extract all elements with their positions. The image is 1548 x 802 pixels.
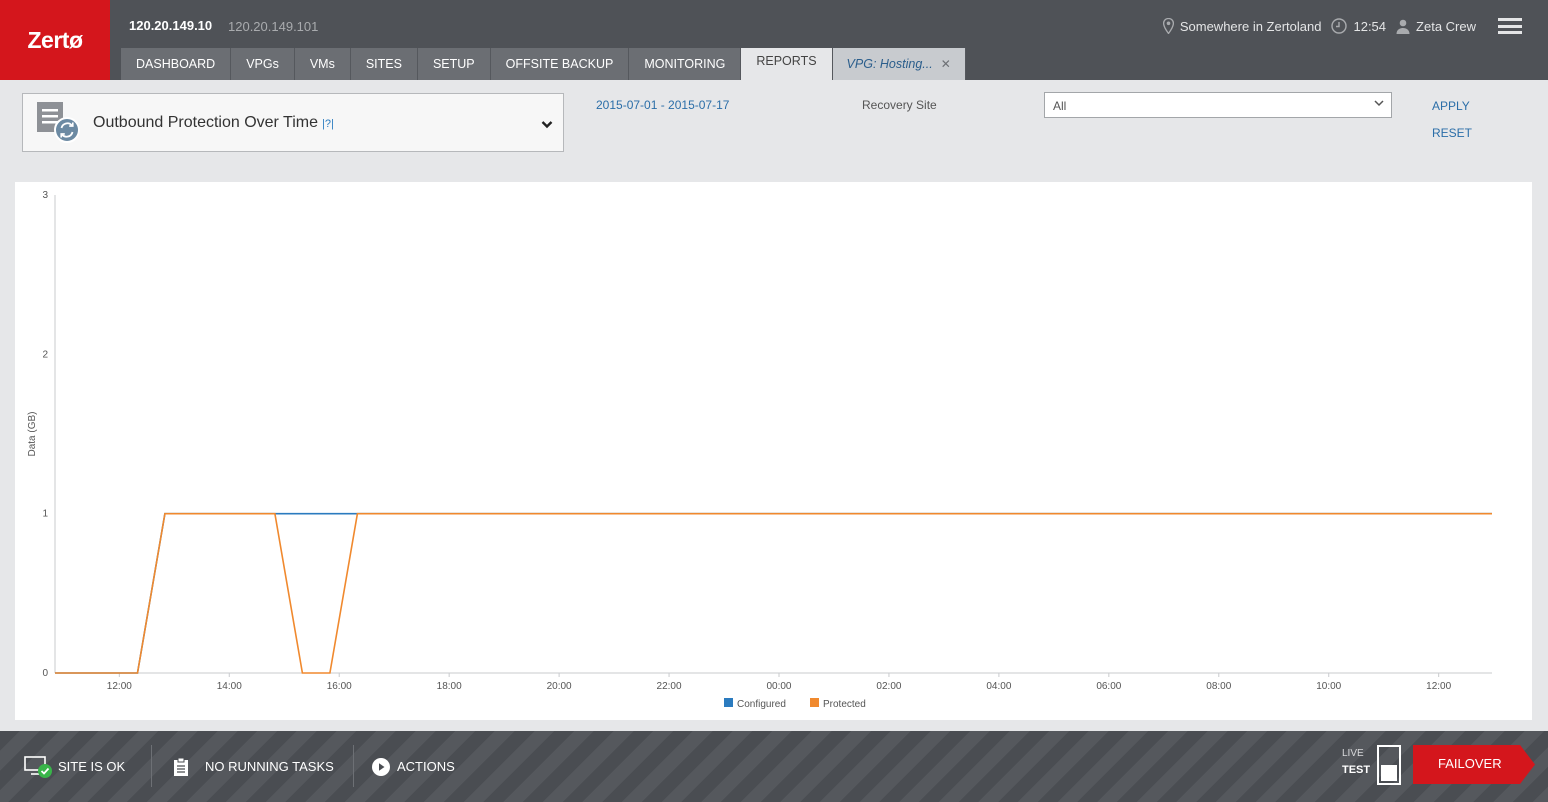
series-line-configured bbox=[55, 512, 1492, 674]
tab-offsite-backup[interactable]: OFFSITE BACKUP bbox=[490, 48, 630, 80]
clipboard-icon bbox=[174, 757, 188, 776]
x-tick-label: 00:00 bbox=[766, 681, 791, 692]
failover-button[interactable]: FAILOVER bbox=[1413, 745, 1535, 784]
play-icon bbox=[372, 757, 390, 776]
site-status-label: SITE IS OK bbox=[58, 759, 126, 774]
live-label: LIVE bbox=[1342, 748, 1364, 759]
secondary-site-ip[interactable]: 120.20.149.101 bbox=[228, 19, 318, 34]
x-tick-label: 04:00 bbox=[986, 681, 1011, 692]
x-tick-label: 12:00 bbox=[1426, 681, 1451, 692]
legend-swatch-configured bbox=[724, 698, 733, 707]
actions-label: ACTIONS bbox=[397, 759, 455, 774]
recovery-site-label: Recovery Site bbox=[862, 98, 937, 112]
header-status-area: Somewhere in Zertoland 12:54 Zeta Crew bbox=[1162, 16, 1548, 36]
x-tick-label: 12:00 bbox=[107, 681, 132, 692]
x-ticks: 12:00 14:00 16:00 18:00 20:00 22:00 00:00 02:00… bbox=[107, 673, 1452, 692]
chart-legend: Configured Protected bbox=[724, 698, 866, 710]
site-status[interactable]: SITE IS OK bbox=[24, 731, 125, 802]
x-tick-label: 08:00 bbox=[1206, 681, 1231, 692]
tab-reports[interactable]: REPORTS bbox=[741, 48, 833, 80]
x-tick-label: 14:00 bbox=[217, 681, 242, 692]
report-type-dropdown[interactable]: Outbound Protection Over Time |?| bbox=[22, 93, 564, 152]
apply-button[interactable]: APPLY bbox=[1432, 99, 1470, 113]
legend-label-configured: Configured bbox=[737, 699, 786, 710]
running-tasks[interactable]: NO RUNNING TASKS bbox=[173, 731, 334, 802]
x-tick-label: 20:00 bbox=[547, 681, 572, 692]
chevron-down-icon bbox=[541, 116, 553, 132]
legend-swatch-protected bbox=[810, 698, 819, 707]
y-tick-label: 1 bbox=[42, 509, 48, 520]
chevron-down-icon bbox=[1373, 97, 1385, 112]
hamburger-menu-icon[interactable] bbox=[1498, 18, 1522, 34]
tab-vpg-hosting-label: VPG: Hosting... bbox=[846, 57, 933, 71]
tab-dashboard[interactable]: DASHBOARD bbox=[121, 48, 232, 80]
tab-monitoring[interactable]: MONITORING bbox=[629, 48, 742, 80]
live-test-toggle[interactable] bbox=[1377, 745, 1401, 785]
location-text: Somewhere in Zertoland bbox=[1179, 18, 1322, 34]
live-test-labels: LIVE TEST bbox=[1342, 748, 1370, 776]
tab-sites[interactable]: SITES bbox=[350, 48, 418, 80]
date-range-picker[interactable]: 2015-07-01 - 2015-07-17 bbox=[596, 98, 729, 112]
tab-vms[interactable]: VMs bbox=[294, 48, 351, 80]
legend-label-protected: Protected bbox=[823, 699, 866, 710]
report-icon bbox=[35, 100, 81, 146]
user-name: Zeta Crew bbox=[1416, 18, 1476, 34]
y-ticks: 0 1 2 3 bbox=[42, 190, 48, 679]
report-title: Outbound Protection Over Time bbox=[93, 113, 318, 131]
x-tick-label: 02:00 bbox=[876, 681, 901, 692]
y-tick-label: 2 bbox=[42, 349, 48, 360]
chart-panel: Data (GB) 0 1 2 3 12:00 14:00 16:00 18:00 20:00… bbox=[15, 182, 1532, 720]
tab-vpg-hosting[interactable]: VPG: Hosting... ✕ bbox=[832, 48, 966, 80]
outbound-protection-chart: Data (GB) 0 1 2 3 12:00 14:00 16:00 18:00 20:00… bbox=[27, 190, 1492, 710]
top-header: Zertø 120.20.149.10 120.20.149.101 Somew… bbox=[0, 0, 1548, 80]
footer-divider bbox=[353, 745, 354, 787]
reset-button[interactable]: RESET bbox=[1432, 126, 1472, 140]
user-indicator[interactable]: Zeta Crew bbox=[1396, 19, 1476, 34]
series-line-protected bbox=[55, 512, 1492, 674]
tab-vpgs[interactable]: VPGs bbox=[231, 48, 295, 80]
tab-setup[interactable]: SETUP bbox=[417, 48, 491, 80]
help-link[interactable]: |?| bbox=[322, 118, 334, 130]
user-icon bbox=[1396, 19, 1410, 34]
x-tick-label: 22:00 bbox=[657, 681, 682, 692]
x-tick-label: 10:00 bbox=[1316, 681, 1341, 692]
recovery-site-select[interactable]: All bbox=[1044, 92, 1392, 118]
x-tick-label: 06:00 bbox=[1096, 681, 1121, 692]
running-tasks-label: NO RUNNING TASKS bbox=[205, 759, 334, 774]
x-tick-label: 18:00 bbox=[437, 681, 462, 692]
actions-button[interactable]: ACTIONS bbox=[372, 731, 455, 802]
clock-indicator: 12:54 bbox=[1331, 18, 1386, 34]
recovery-site-value: All bbox=[1053, 99, 1067, 113]
clock-icon bbox=[1331, 18, 1348, 34]
location-indicator: Somewhere in Zertoland bbox=[1162, 18, 1322, 34]
y-tick-label: 3 bbox=[42, 190, 48, 201]
clock-time: 12:54 bbox=[1353, 18, 1387, 34]
footer-divider bbox=[151, 745, 152, 787]
x-tick-label: 16:00 bbox=[327, 681, 352, 692]
main-tabs: DASHBOARD VPGs VMs SITES SETUP OFFSITE B… bbox=[121, 48, 966, 80]
y-tick-label: 0 bbox=[42, 668, 48, 679]
close-tab-icon[interactable]: ✕ bbox=[941, 48, 951, 80]
test-label: TEST bbox=[1342, 764, 1371, 776]
y-axis-label: Data (GB) bbox=[27, 411, 38, 456]
location-pin-icon bbox=[1162, 18, 1174, 34]
primary-site-ip: 120.20.149.10 bbox=[129, 18, 213, 33]
series-lines bbox=[55, 512, 1492, 674]
zerto-logo: Zertø bbox=[0, 0, 110, 80]
failover-label: FAILOVER bbox=[1438, 756, 1502, 771]
site-ok-icon bbox=[24, 755, 52, 778]
